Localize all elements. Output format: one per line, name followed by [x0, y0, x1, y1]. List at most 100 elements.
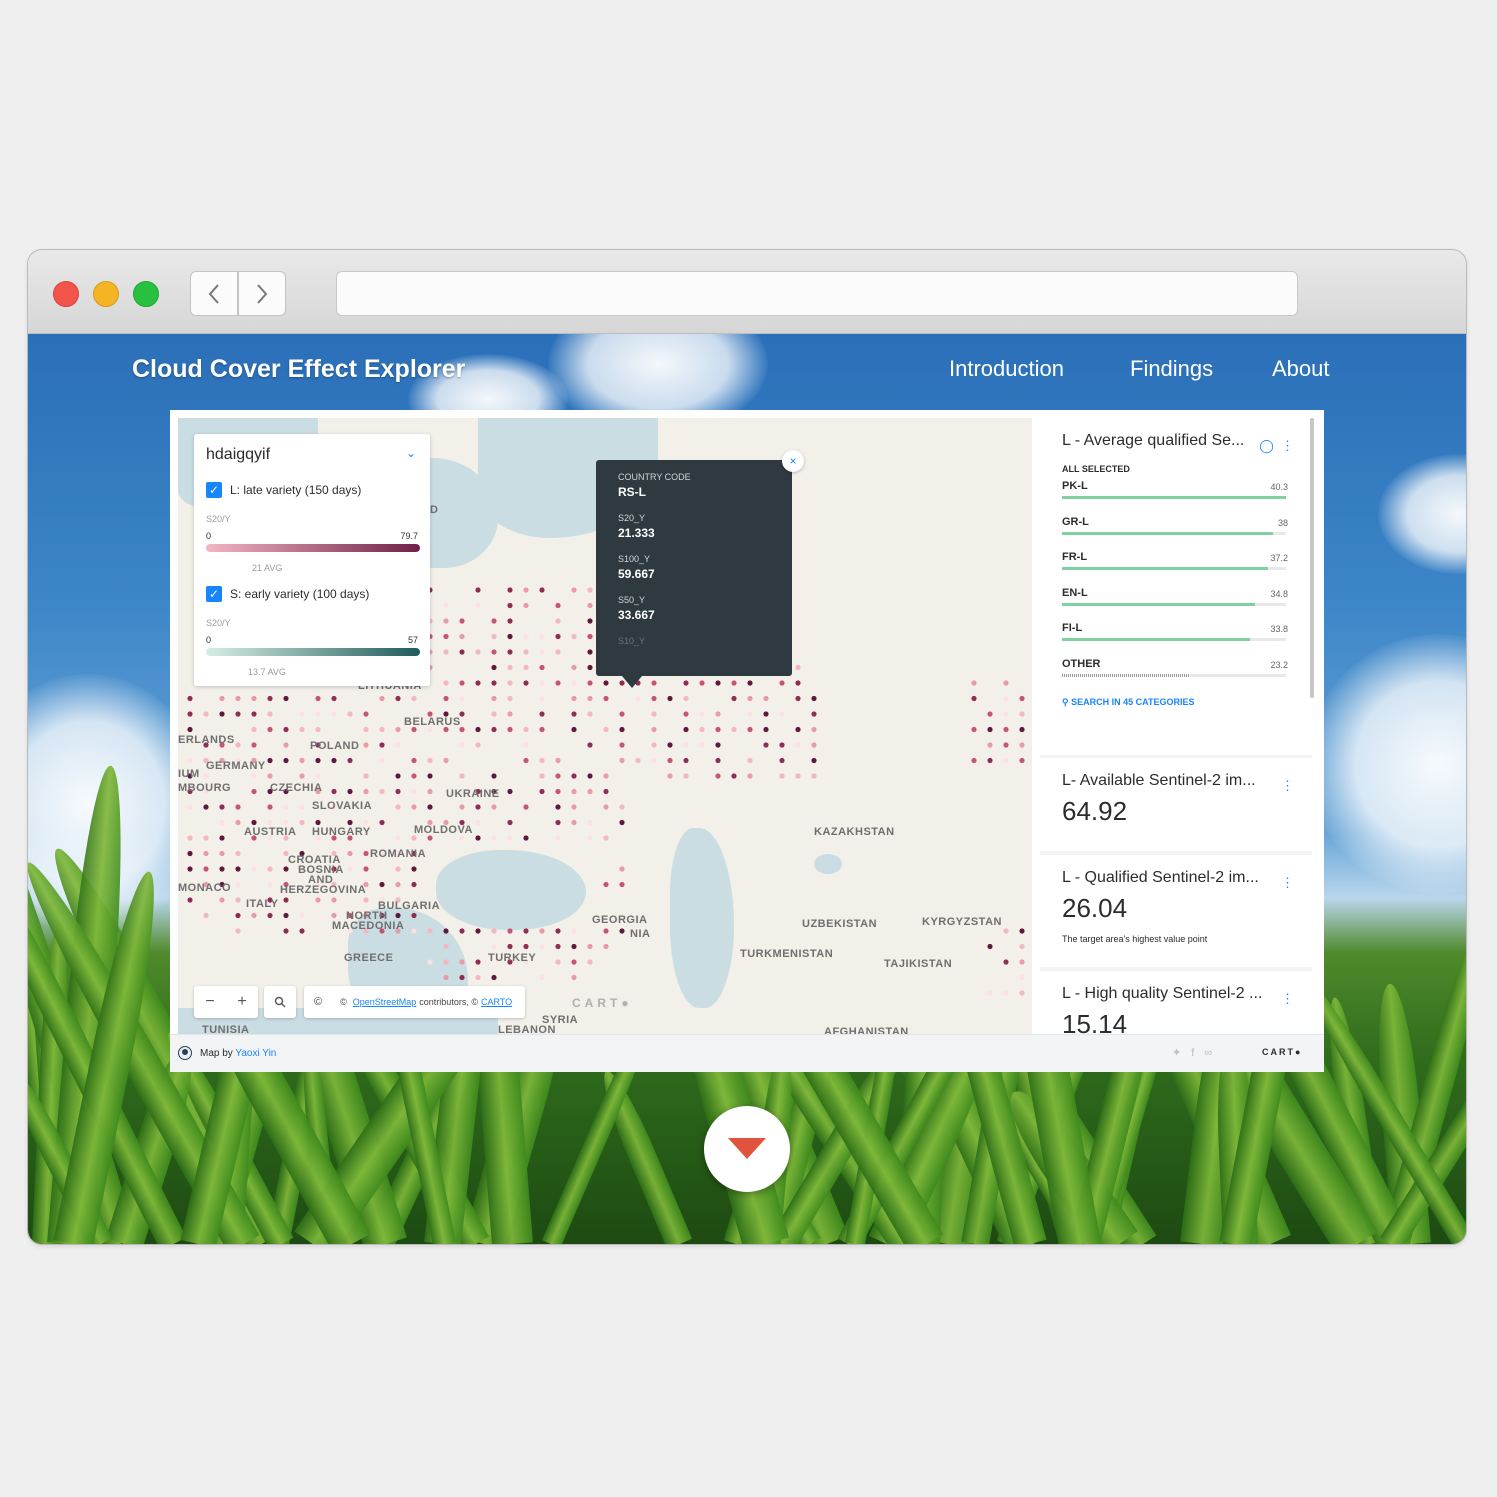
data-point[interactable]: [795, 773, 801, 779]
data-point[interactable]: [619, 804, 625, 810]
data-point[interactable]: [267, 881, 273, 888]
data-point[interactable]: [491, 695, 497, 702]
data-point[interactable]: [267, 711, 273, 717]
data-point[interactable]: [331, 757, 337, 764]
data-point[interactable]: [987, 726, 993, 733]
data-point[interactable]: [603, 835, 609, 841]
author-link[interactable]: Yaoxi Yin: [235, 1048, 276, 1059]
zoom-in-button[interactable]: +: [226, 986, 258, 1018]
data-point[interactable]: [267, 695, 273, 702]
data-point[interactable]: [299, 928, 305, 934]
data-point[interactable]: [491, 773, 497, 779]
data-point[interactable]: [187, 695, 193, 702]
data-point[interactable]: [571, 711, 577, 717]
data-point[interactable]: [187, 897, 193, 903]
data-point[interactable]: [1019, 742, 1025, 748]
data-point[interactable]: [283, 695, 289, 702]
data-point[interactable]: [299, 819, 305, 826]
data-point[interactable]: [203, 835, 209, 841]
data-point[interactable]: [267, 912, 273, 919]
data-point[interactable]: [459, 928, 465, 934]
data-point[interactable]: [363, 726, 369, 733]
data-point[interactable]: [459, 649, 465, 655]
data-point[interactable]: [427, 788, 433, 795]
data-point[interactable]: [987, 757, 993, 764]
data-point[interactable]: [763, 742, 769, 748]
data-point[interactable]: [363, 788, 369, 795]
forward-button[interactable]: [238, 271, 286, 316]
data-point[interactable]: [251, 742, 257, 748]
data-point[interactable]: [587, 959, 593, 965]
data-point[interactable]: [555, 757, 561, 764]
data-point[interactable]: [555, 959, 561, 965]
data-point[interactable]: [427, 835, 433, 841]
data-point[interactable]: [491, 711, 497, 717]
data-point[interactable]: [443, 959, 449, 965]
data-point[interactable]: [235, 819, 241, 826]
data-point[interactable]: [587, 773, 593, 779]
data-point[interactable]: [539, 711, 545, 717]
data-point[interactable]: [571, 819, 577, 826]
data-point[interactable]: [555, 633, 561, 640]
data-point[interactable]: [667, 742, 673, 748]
data-point[interactable]: [699, 726, 705, 733]
data-point[interactable]: [459, 680, 465, 686]
data-point[interactable]: [539, 773, 545, 779]
data-point[interactable]: [603, 881, 609, 888]
data-point[interactable]: [459, 835, 465, 841]
data-point[interactable]: [523, 649, 529, 655]
data-point[interactable]: [427, 928, 433, 934]
data-point[interactable]: [491, 804, 497, 810]
data-point[interactable]: [459, 742, 465, 748]
data-point[interactable]: [411, 912, 417, 919]
data-point[interactable]: [539, 587, 545, 593]
data-point[interactable]: [667, 695, 673, 702]
maximize-window-button[interactable]: [133, 281, 159, 307]
close-icon[interactable]: ×: [782, 450, 804, 472]
data-point[interactable]: [619, 757, 625, 764]
data-point[interactable]: [683, 773, 689, 779]
nav-findings[interactable]: Findings: [1130, 356, 1213, 382]
data-point[interactable]: [363, 819, 369, 826]
legend-layer-early[interactable]: ✓ S: early variety (100 days): [206, 586, 369, 602]
data-point[interactable]: [475, 804, 481, 810]
data-point[interactable]: [699, 742, 705, 748]
data-point[interactable]: [235, 912, 241, 919]
data-point[interactable]: [539, 788, 545, 795]
data-point[interactable]: [635, 757, 641, 764]
data-point[interactable]: [507, 649, 513, 655]
data-point[interactable]: [747, 711, 753, 717]
data-point[interactable]: [299, 757, 305, 764]
data-point[interactable]: [555, 819, 561, 826]
data-point[interactable]: [1003, 695, 1009, 702]
data-point[interactable]: [571, 726, 577, 733]
data-point[interactable]: [459, 974, 465, 981]
data-point[interactable]: [219, 835, 225, 841]
nav-introduction[interactable]: Introduction: [949, 356, 1064, 382]
data-point[interactable]: [619, 711, 625, 717]
data-point[interactable]: [651, 742, 657, 748]
carto-logo[interactable]: CART●: [1262, 1047, 1302, 1057]
data-point[interactable]: [523, 680, 529, 686]
data-point[interactable]: [587, 680, 593, 686]
data-point[interactable]: [539, 943, 545, 950]
data-point[interactable]: [251, 866, 257, 872]
data-point[interactable]: [587, 819, 593, 826]
data-point[interactable]: [587, 649, 593, 655]
chevron-down-icon[interactable]: ⌄: [406, 446, 416, 460]
data-point[interactable]: [619, 726, 625, 733]
data-point[interactable]: [1003, 742, 1009, 748]
data-point[interactable]: [715, 757, 721, 764]
data-point[interactable]: [571, 773, 577, 779]
data-point[interactable]: [395, 773, 401, 779]
data-point[interactable]: [667, 773, 673, 779]
data-point[interactable]: [219, 819, 225, 826]
data-point[interactable]: [779, 680, 785, 686]
data-point[interactable]: [283, 742, 289, 748]
zoom-out-button[interactable]: −: [194, 986, 226, 1018]
data-point[interactable]: [235, 881, 241, 888]
data-point[interactable]: [651, 757, 657, 764]
all-selected-label[interactable]: ALL SELECTED: [1062, 464, 1290, 474]
data-point[interactable]: [491, 633, 497, 640]
data-point[interactable]: [475, 726, 481, 733]
